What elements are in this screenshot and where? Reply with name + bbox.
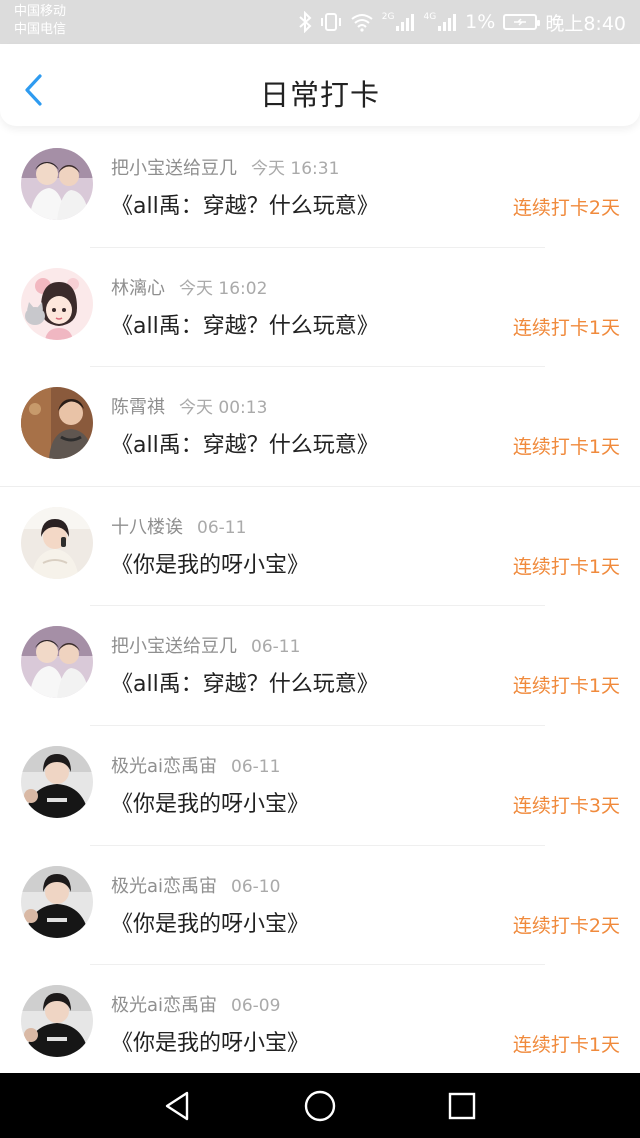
- list-item[interactable]: 十八楼诶 06-11 《你是我的呀小宝》 连续打卡1天: [0, 487, 640, 607]
- wifi-icon: [350, 12, 374, 32]
- signal-2-label: 4G: [423, 12, 437, 22]
- streak-badge: 连续打卡1天: [512, 675, 620, 698]
- list-item[interactable]: 林漓心 今天 16:02 《all禹：穿越？什么玩意》 连续打卡1天: [0, 248, 640, 368]
- avatar[interactable]: [21, 267, 93, 340]
- system-home-button[interactable]: [303, 1089, 337, 1123]
- carrier-2: 中国电信: [14, 22, 67, 37]
- avatar[interactable]: [21, 148, 93, 220]
- system-recents-button[interactable]: [445, 1089, 479, 1123]
- vibrate-icon: [320, 11, 342, 33]
- streak-badge: 连续打卡1天: [512, 555, 620, 578]
- username: 把小宝送给豆几 06-11: [111, 636, 301, 658]
- list-item[interactable]: 极光ai恋禹宙 06-09 《你是我的呀小宝》 连续打卡1天: [0, 965, 640, 1085]
- username: 极光ai恋禹宙 06-10: [111, 875, 281, 897]
- avatar[interactable]: [21, 626, 93, 699]
- username: 把小宝送给豆几 今天 16:31: [111, 158, 340, 179]
- checkin-time: 06-11: [231, 756, 281, 777]
- avatar[interactable]: [21, 745, 93, 818]
- work-title: 《all禹：穿越？什么玩意》: [111, 194, 379, 219]
- streak-badge: 连续打卡2天: [512, 197, 620, 219]
- battery-icon: [503, 14, 541, 30]
- streak-badge: 连续打卡1天: [512, 316, 620, 339]
- app-screen: 中国移动 中国电信 2G 4G 1% 晚上8:40 日常打卡 把小宝送给豆几 今…: [0, 0, 640, 1138]
- signal-icon: 2G: [382, 12, 416, 32]
- checkin-time: 06-10: [231, 876, 281, 897]
- checkin-time: 今天 16:31: [251, 159, 340, 179]
- list-item[interactable]: 把小宝送给豆几 今天 16:31 《all禹：穿越？什么玩意》 连续打卡2天: [0, 128, 640, 248]
- work-title: 《all禹：穿越？什么玩意》: [111, 433, 379, 459]
- list-item[interactable]: 把小宝送给豆几 06-11 《all禹：穿越？什么玩意》 连续打卡1天: [0, 606, 640, 726]
- clock: 晚上8:40: [545, 12, 626, 35]
- avatar[interactable]: [21, 506, 93, 579]
- avatar[interactable]: [21, 387, 93, 460]
- checkin-list: 把小宝送给豆几 今天 16:31 《all禹：穿越？什么玩意》 连续打卡2天 林…: [0, 128, 640, 1085]
- recents-square-icon: [448, 1092, 476, 1120]
- username: 十八楼诶 06-11: [111, 516, 247, 538]
- work-title: 《你是我的呀小宝》: [111, 1031, 310, 1057]
- nav-bar: 日常打卡: [0, 44, 640, 126]
- list-item[interactable]: 陈霄祺 今天 00:13 《all禹：穿越？什么玩意》 连续打卡1天: [0, 367, 640, 487]
- status-icons: 2G 4G 1% 晚上8:40: [298, 8, 626, 36]
- username: 陈霄祺 今天 00:13: [111, 397, 268, 419]
- checkin-time: 今天 16:02: [179, 278, 268, 299]
- system-back-button[interactable]: [160, 1089, 194, 1123]
- status-bar: 中国移动 中国电信 2G 4G 1% 晚上8:40: [0, 0, 640, 44]
- avatar[interactable]: [21, 865, 93, 938]
- username: 林漓心 今天 16:02: [111, 277, 268, 299]
- streak-badge: 连续打卡1天: [512, 436, 620, 459]
- work-title: 《all禹：穿越？什么玩意》: [111, 313, 379, 339]
- page-title: 日常打卡: [259, 78, 380, 112]
- username: 极光ai恋禹宙 06-09: [111, 995, 281, 1017]
- signal-1-label: 2G: [381, 12, 395, 22]
- streak-badge: 连续打卡2天: [512, 914, 620, 937]
- system-nav-bar: [0, 1073, 640, 1138]
- carrier-1: 中国移动: [14, 4, 67, 19]
- checkin-time: 今天 00:13: [179, 398, 268, 419]
- home-circle-icon: [304, 1090, 336, 1122]
- streak-badge: 连续打卡3天: [512, 794, 620, 817]
- checkin-time: 06-11: [251, 637, 301, 658]
- username: 极光ai恋禹宙 06-11: [111, 755, 281, 777]
- work-title: 《你是我的呀小宝》: [111, 911, 310, 937]
- signal-icon: 4G: [423, 12, 457, 32]
- back-triangle-icon: [165, 1091, 189, 1121]
- list-item[interactable]: 极光ai恋禹宙 06-11 《你是我的呀小宝》 连续打卡3天: [0, 726, 640, 846]
- checkin-time: 06-11: [197, 517, 247, 538]
- work-title: 《你是我的呀小宝》: [111, 791, 310, 817]
- avatar[interactable]: [21, 985, 93, 1058]
- carrier-info: 中国移动 中国电信: [14, 3, 66, 39]
- bluetooth-icon: [298, 11, 312, 33]
- streak-badge: 连续打卡1天: [512, 1034, 620, 1057]
- work-title: 《你是我的呀小宝》: [111, 552, 310, 578]
- list-item[interactable]: 极光ai恋禹宙 06-10 《你是我的呀小宝》 连续打卡2天: [0, 846, 640, 966]
- checkin-time: 06-09: [231, 996, 281, 1017]
- battery-percent: 1%: [465, 11, 496, 33]
- work-title: 《all禹：穿越？什么玩意》: [111, 672, 379, 698]
